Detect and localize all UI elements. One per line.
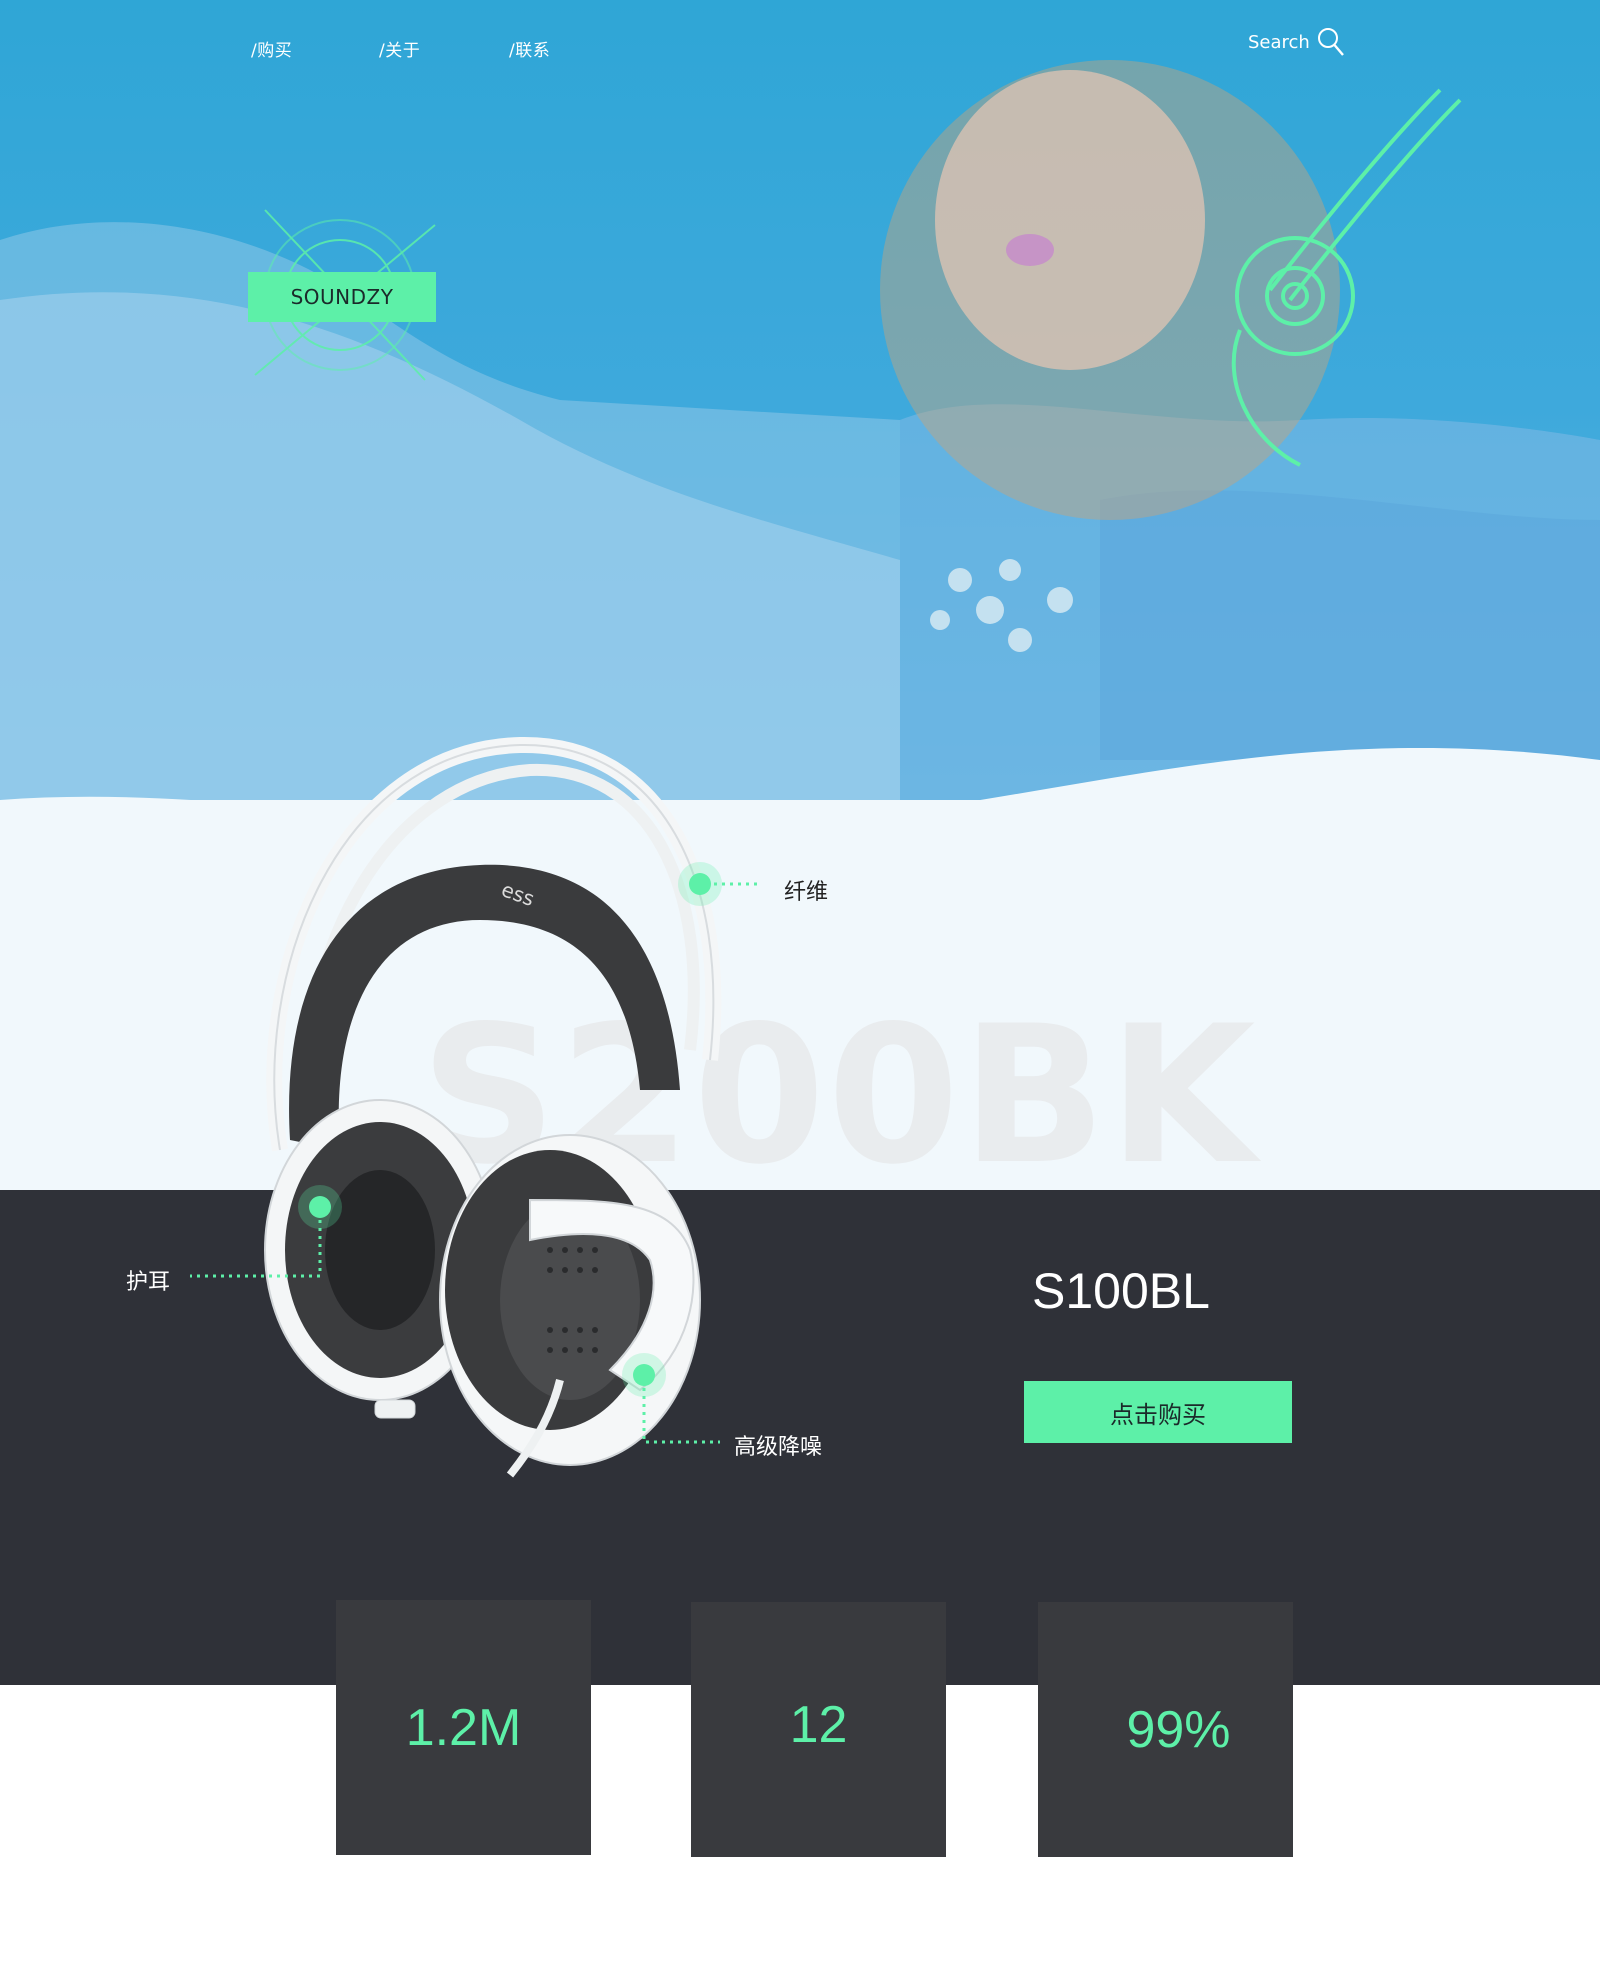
stat-card: 1.2M [336, 1600, 591, 1855]
nav-contact[interactable]: /联系 [509, 36, 550, 61]
buy-now-button[interactable]: 点击购买 [1024, 1381, 1292, 1443]
feature-fiber-label: 纤维 [784, 880, 829, 905]
nav-buy[interactable]: /购买 [251, 36, 292, 61]
stat-value: 12 [789, 1695, 848, 1754]
stat-card: 12 [691, 1602, 946, 1857]
stat-value: 99% [1126, 1700, 1231, 1759]
search-icon [1317, 28, 1344, 56]
search-button[interactable]: Search [1248, 26, 1346, 58]
feature-earpad-label: 护耳 [126, 1270, 171, 1295]
headphone-image: ess [264, 736, 722, 1478]
search-label: Search [1248, 31, 1310, 53]
stat-value: 1.2M [405, 1698, 522, 1757]
nav-about[interactable]: /关于 [379, 36, 420, 61]
brand-logo: SOUNDZY [248, 272, 436, 322]
stat-card: 99% [1038, 1602, 1293, 1857]
product-model-title: S100BL [1032, 1263, 1210, 1319]
feature-noise-label: 高级降噪 [734, 1435, 823, 1460]
